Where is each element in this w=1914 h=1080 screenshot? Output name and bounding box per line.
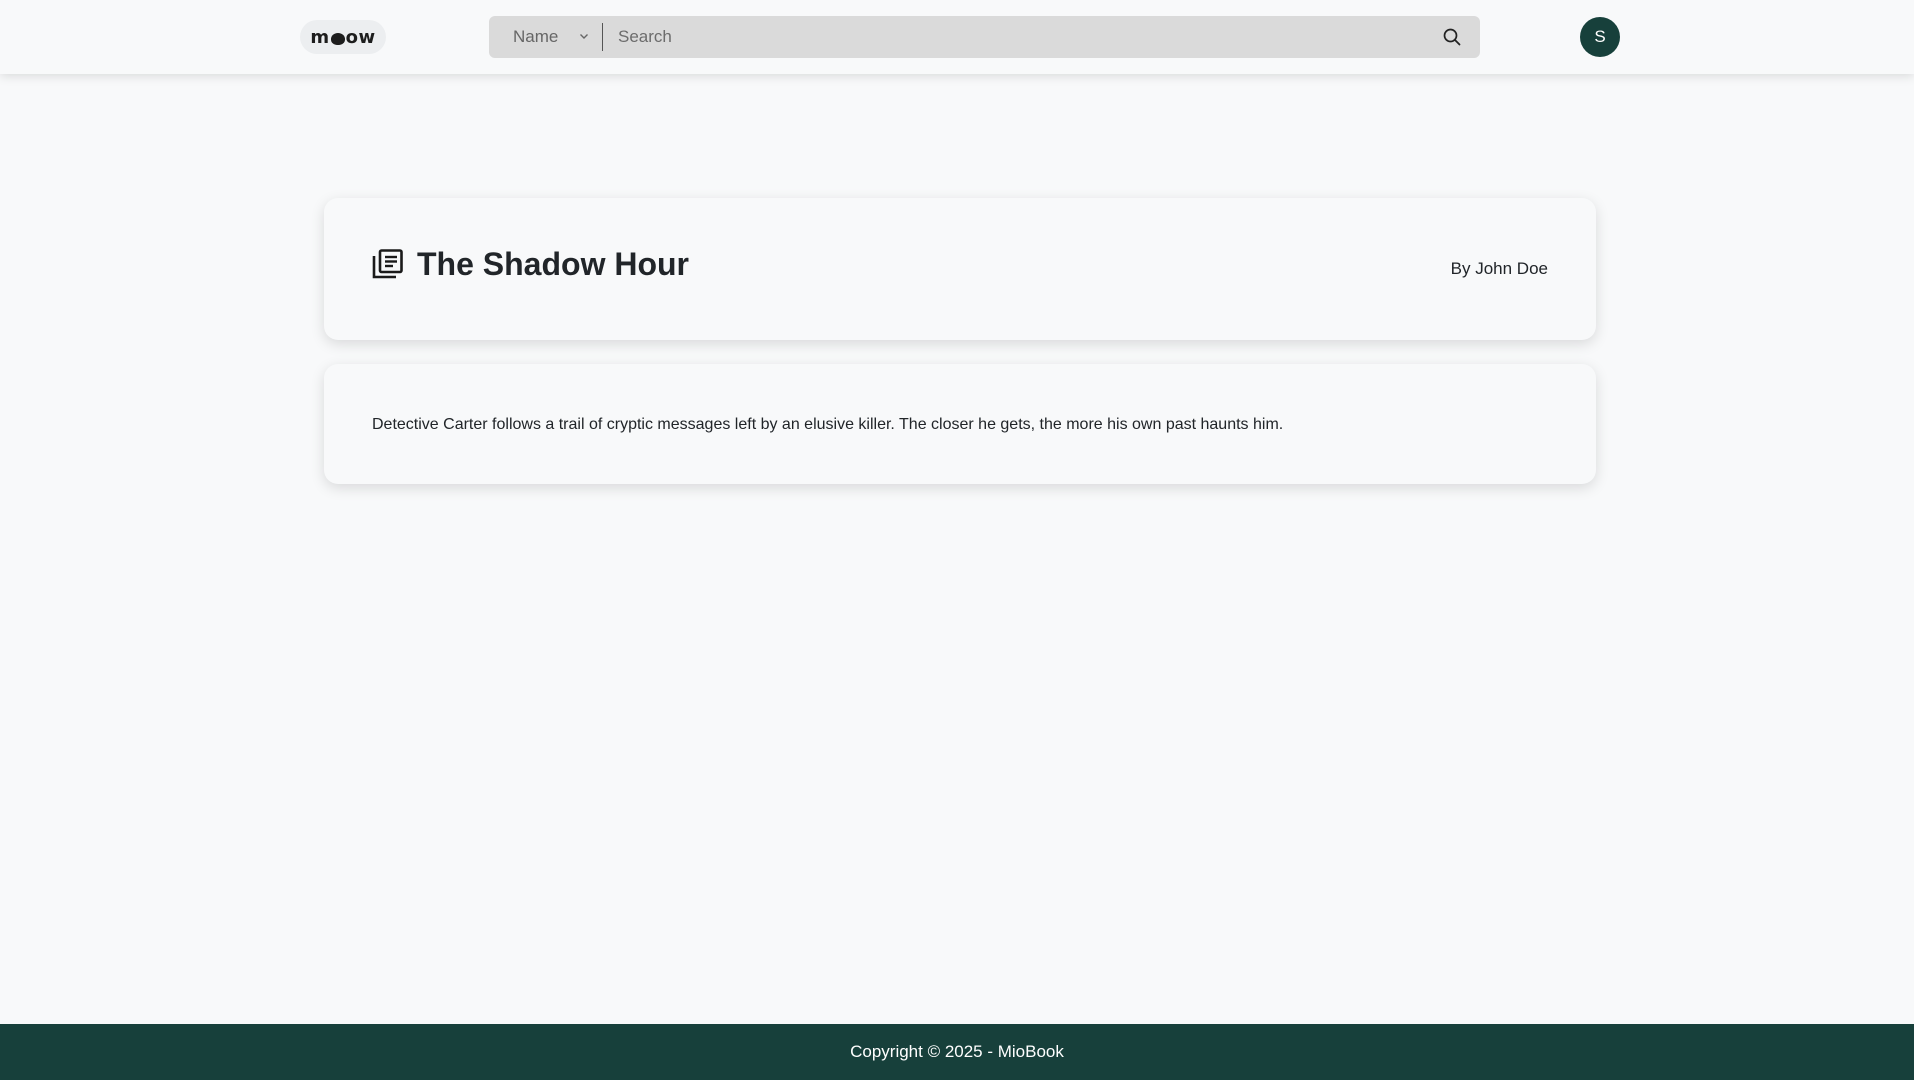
copyright-text: Copyright © 2025 - MioBook	[850, 1042, 1064, 1061]
book-author: By John Doe	[1450, 259, 1548, 278]
search-filter-value: Name	[513, 27, 559, 46]
search-bar: Name	[489, 16, 1480, 58]
search-filter-select[interactable]: Name	[489, 16, 602, 58]
book-description-card: Detective Carter follows a trail of cryp…	[324, 364, 1596, 484]
book-title: The Shadow Hour	[417, 246, 689, 282]
logo[interactable]: m ow	[300, 20, 386, 54]
book-header-card: The Shadow Hour By John Doe	[324, 198, 1596, 340]
search-input[interactable]	[603, 16, 1424, 58]
search-button[interactable]	[1424, 16, 1480, 58]
search-icon	[1443, 28, 1461, 46]
chevron-down-icon	[580, 34, 588, 39]
top-navbar: m ow Name S	[0, 0, 1914, 74]
book-description: Detective Carter follows a trail of cryp…	[372, 416, 1284, 433]
cat-icon	[330, 33, 345, 45]
user-avatar[interactable]: S	[1580, 17, 1620, 57]
library-books-icon	[372, 249, 403, 279]
footer: Copyright © 2025 - MioBook	[0, 1024, 1914, 1080]
